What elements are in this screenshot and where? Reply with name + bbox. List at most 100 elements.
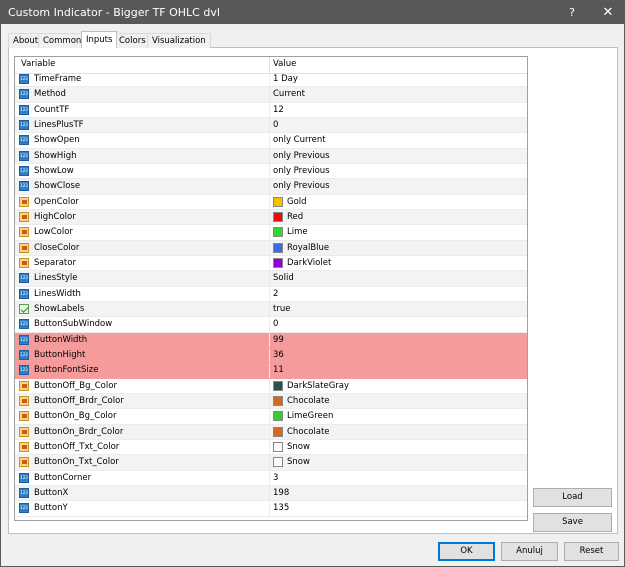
variable-value[interactable]: Snow <box>287 442 310 452</box>
table-row[interactable]: ShowLow only Previous <box>15 163 527 180</box>
table-row[interactable]: ButtonOn_Brdr_Color Chocolate <box>15 424 527 440</box>
variable-value[interactable]: Snow <box>287 457 310 467</box>
table-row[interactable]: ButtonOff_Brdr_Color Chocolate <box>15 393 527 410</box>
numeric-param-icon <box>19 181 29 192</box>
cancel-button[interactable]: Anuluj <box>501 542 558 561</box>
variable-value[interactable]: Chocolate <box>287 427 330 437</box>
table-row[interactable]: ButtonOn_Bg_Color LimeGreen <box>15 409 527 425</box>
inputs-grid[interactable]: Variable Value TimeFrame 1 Day Method Curre… <box>14 56 528 521</box>
table-row[interactable]: ButtonX 198 <box>15 485 527 502</box>
variable-value[interactable]: 12 <box>273 105 284 115</box>
numeric-param-icon <box>19 150 29 161</box>
table-row[interactable]: ButtonHight 36 <box>15 347 527 364</box>
table-row[interactable]: OpenColor Gold <box>15 194 527 210</box>
table-row[interactable]: TimeFrame 1 Day <box>15 72 527 88</box>
table-row[interactable]: CountTF 12 <box>15 102 527 118</box>
color-param-icon <box>19 457 29 468</box>
variable-value[interactable]: 1 Day <box>273 74 298 84</box>
save-button[interactable]: Save <box>533 513 612 532</box>
variable-value[interactable]: 0 <box>273 120 278 130</box>
variable-value[interactable]: only Previous <box>273 166 330 176</box>
load-button[interactable]: Load <box>533 488 612 507</box>
variable-column-header[interactable]: Variable <box>21 59 55 69</box>
table-row[interactable]: CloseColor RoyalBlue <box>15 240 527 256</box>
variable-value[interactable]: DarkViolet <box>287 258 331 268</box>
table-row[interactable]: ButtonCorner 3 <box>15 470 527 486</box>
tab-visualization[interactable]: Visualization <box>147 33 211 48</box>
variable-value[interactable]: Red <box>287 212 303 222</box>
table-row[interactable]: LowColor Lime <box>15 225 527 241</box>
variable-name: Separator <box>34 257 76 268</box>
variable-value[interactable]: Solid <box>273 273 294 283</box>
color-swatch <box>273 457 283 468</box>
help-button[interactable]: ? <box>558 4 586 22</box>
color-param-icon <box>19 227 29 238</box>
table-row[interactable]: LinesPlusTF 0 <box>15 117 527 134</box>
variable-value[interactable]: 198 <box>273 488 289 498</box>
variable-value[interactable]: DarkSlateGray <box>287 381 349 391</box>
column-divider[interactable] <box>269 57 270 73</box>
dialog-window: Custom Indicator - Bigger TF OHLC dvl ? … <box>0 0 625 567</box>
tab-inputs[interactable]: Inputs <box>81 31 118 48</box>
color-param-icon <box>19 426 29 437</box>
table-row[interactable]: HighColor Red <box>15 209 527 226</box>
table-row[interactable]: ShowClose only Previous <box>15 179 527 195</box>
close-button[interactable]: ✕ <box>594 4 622 22</box>
variable-value[interactable]: RoyalBlue <box>287 243 329 253</box>
variable-name: ButtonHight <box>34 349 86 360</box>
reset-button[interactable]: Reset <box>564 542 619 561</box>
cell-divider <box>269 102 270 117</box>
variable-value[interactable]: Lime <box>287 227 308 237</box>
cell-divider <box>269 501 270 516</box>
value-column-header[interactable]: Value <box>273 59 296 69</box>
table-row[interactable]: Method Current <box>15 87 527 103</box>
variable-name: ShowLabels <box>34 303 85 314</box>
table-row[interactable]: ShowHigh only Previous <box>15 148 527 164</box>
grid-rows: TimeFrame 1 Day Method Current CountTF 12 Line… <box>15 72 527 517</box>
title-bar[interactable]: Custom Indicator - Bigger TF OHLC dvl ? … <box>1 1 624 24</box>
variable-value[interactable]: only Previous <box>273 151 330 161</box>
table-row[interactable]: LinesStyle Solid <box>15 271 527 287</box>
variable-value[interactable]: 135 <box>273 503 289 513</box>
ok-button[interactable]: OK <box>438 542 495 561</box>
variable-name: ShowHigh <box>34 150 77 161</box>
variable-value[interactable]: true <box>273 304 290 314</box>
table-row[interactable]: ButtonSubWindow 0 <box>15 317 527 333</box>
variable-value[interactable]: 3 <box>273 473 278 483</box>
table-row[interactable]: ButtonWidth 99 <box>15 332 527 348</box>
variable-value[interactable]: only Previous <box>273 181 330 191</box>
cell-divider <box>269 301 270 317</box>
table-row[interactable]: ButtonFontSize 11 <box>15 363 527 379</box>
variable-value[interactable]: 0 <box>273 319 278 329</box>
color-swatch <box>273 395 283 406</box>
color-param-icon <box>19 441 29 452</box>
table-row[interactable]: ShowOpen only Current <box>15 133 527 149</box>
table-row[interactable]: ShowLabels true <box>15 301 527 318</box>
variable-value[interactable]: 2 <box>273 289 278 299</box>
table-row[interactable]: ButtonOn_Txt_Color Snow <box>15 455 527 471</box>
numeric-param-icon <box>19 487 29 498</box>
table-row[interactable]: ButtonOff_Bg_Color DarkSlateGray <box>15 378 527 394</box>
numeric-param-icon <box>19 165 29 176</box>
table-row[interactable]: ButtonOff_Txt_Color Snow <box>15 439 527 456</box>
variable-value[interactable]: LimeGreen <box>287 411 333 421</box>
variable-value[interactable]: 99 <box>273 335 284 345</box>
variable-value[interactable]: 36 <box>273 350 284 360</box>
color-swatch <box>273 441 283 452</box>
variable-value[interactable]: Chocolate <box>287 396 330 406</box>
table-row[interactable]: ButtonY 135 <box>15 501 527 517</box>
variable-value[interactable]: Current <box>273 89 305 99</box>
variable-name: ButtonOff_Brdr_Color <box>34 395 124 406</box>
variable-value[interactable]: 11 <box>273 365 284 375</box>
tab-common[interactable]: Common <box>38 33 87 48</box>
table-row[interactable]: LinesWidth 2 <box>15 286 527 302</box>
cell-divider <box>269 439 270 455</box>
table-row[interactable]: Separator DarkViolet <box>15 255 527 272</box>
numeric-param-icon <box>19 503 29 514</box>
tab-colors[interactable]: Colors <box>114 33 151 48</box>
numeric-param-icon <box>19 119 29 130</box>
variable-value[interactable]: Gold <box>287 197 307 207</box>
cell-divider <box>269 209 270 225</box>
variable-value[interactable]: only Current <box>273 135 326 145</box>
variable-name: ButtonX <box>34 487 69 498</box>
